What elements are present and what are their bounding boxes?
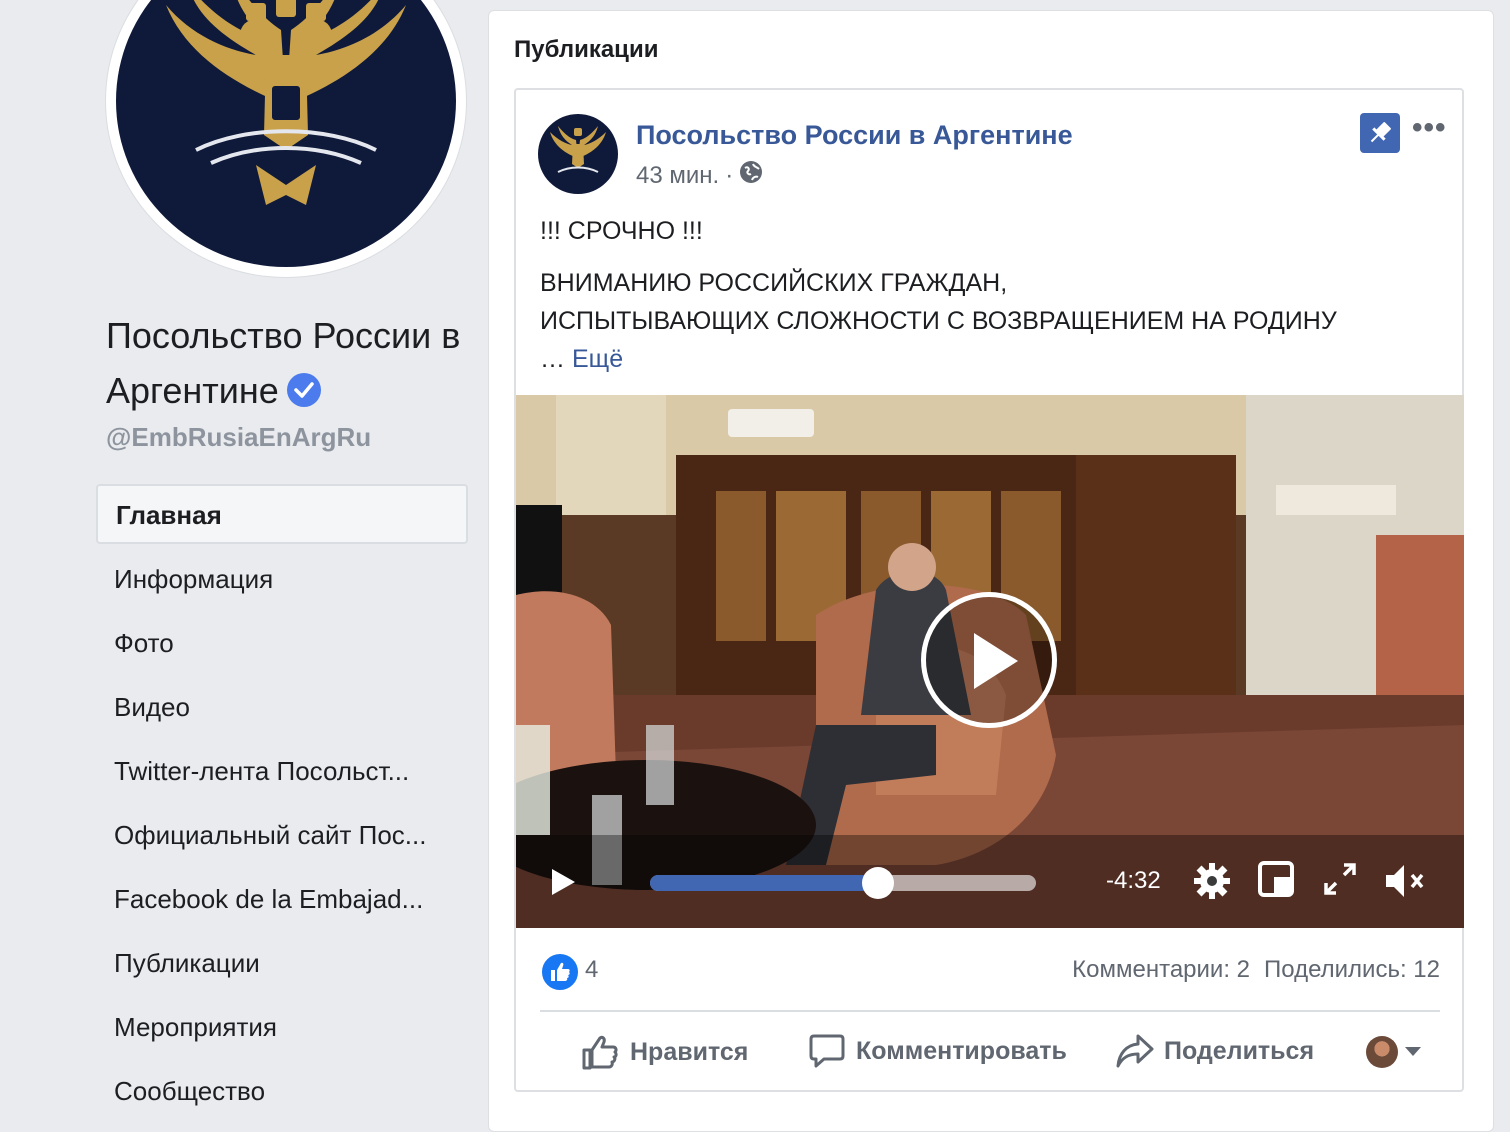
progress-fill: [650, 875, 878, 891]
time-remaining: -4:32: [1106, 867, 1161, 894]
comments-count[interactable]: Комментарии: 2: [1072, 956, 1250, 983]
share-label: Поделиться: [1164, 1036, 1315, 1065]
nav-item-videos[interactable]: Видео: [96, 676, 454, 740]
post-author-name[interactable]: Посольство России в Аргентине: [636, 120, 1073, 151]
nav-item-info[interactable]: Информация: [96, 548, 454, 612]
coat-of-arms-logo: [116, 0, 456, 267]
like-reaction-icon[interactable]: [540, 952, 580, 992]
see-more-link[interactable]: Ещё: [572, 345, 623, 373]
nav-item-photos[interactable]: Фото: [96, 612, 454, 676]
meta-separator: ·: [725, 161, 734, 189]
page-nav: Главная Информация Фото Видео Twitter-ле…: [96, 484, 468, 1124]
page-name-text: Посольство России в Аргентине: [106, 315, 461, 411]
page-title: Посольство России в Аргентине: [106, 308, 486, 418]
like-button[interactable]: Нравится: [580, 1032, 748, 1072]
comment-button[interactable]: Комментировать: [808, 1032, 1067, 1070]
pin-icon[interactable]: [1360, 113, 1400, 153]
like-count[interactable]: 4: [585, 956, 598, 984]
nav-item-website[interactable]: Официальный сайт Пос...: [96, 804, 454, 868]
settings-gear-icon[interactable]: [1192, 861, 1232, 906]
video-progress-bar[interactable]: [650, 867, 1036, 899]
globe-icon: [739, 160, 763, 191]
video-player[interactable]: -4:32: [516, 395, 1464, 928]
progress-knob[interactable]: [861, 867, 894, 899]
nav-item-community[interactable]: Сообщество: [96, 1060, 454, 1124]
post-author-avatar[interactable]: [538, 114, 618, 194]
pip-icon[interactable]: [1258, 861, 1294, 902]
share-icon: [1116, 1034, 1154, 1068]
shares-count[interactable]: Поделились: 12: [1264, 956, 1440, 983]
post-text-line: ИСПЫТЫВАЮЩИХ СЛОЖНОСТИ С ВОЗВРАЩЕНИЕМ НА…: [540, 307, 1337, 335]
nav-item-twitter[interactable]: Twitter-лента Посольст...: [96, 740, 454, 804]
post-meta: 43 мин. ·: [636, 160, 763, 191]
mute-icon[interactable]: [1384, 861, 1428, 906]
chevron-down-icon[interactable]: [1404, 1046, 1422, 1058]
play-icon: [974, 633, 1018, 689]
page-profile-picture[interactable]: [106, 0, 466, 277]
nav-item-posts[interactable]: Публикации: [96, 932, 454, 996]
nav-item-facebook[interactable]: Facebook de la Embajad...: [96, 868, 454, 932]
comment-icon: [809, 1034, 845, 1068]
fullscreen-icon[interactable]: [1322, 861, 1358, 902]
play-control-icon[interactable]: [549, 867, 577, 902]
more-options-icon[interactable]: •••: [1412, 113, 1447, 143]
actions-divider: [540, 1010, 1440, 1012]
play-button[interactable]: [921, 592, 1057, 728]
like-label: Нравится: [630, 1037, 749, 1066]
post-text-line: ВНИМАНИЮ РОССИЙСКИХ ГРАЖДАН,: [540, 269, 1008, 297]
page-handle[interactable]: @EmbRusiaEnArgRu: [106, 422, 371, 453]
react-as-avatar[interactable]: [1366, 1036, 1398, 1068]
verified-badge-icon: [286, 373, 321, 407]
nav-item-events[interactable]: Мероприятия: [96, 996, 454, 1060]
comment-label: Комментировать: [856, 1036, 1067, 1065]
post-text-ellipsis: …: [540, 345, 565, 373]
nav-item-home[interactable]: Главная: [96, 484, 468, 544]
thumbs-up-icon: [582, 1035, 618, 1070]
post-body: !!! СРОЧНО !!! ВНИМАНИЮ РОССИЙСКИХ ГРАЖД…: [540, 212, 1450, 378]
share-button[interactable]: Поделиться: [1116, 1032, 1314, 1070]
post-stats: Комментарии: 2 Поделились: 12: [1072, 956, 1440, 984]
publications-heading: Публикации: [514, 36, 659, 63]
post-timestamp[interactable]: 43 мин.: [636, 162, 719, 190]
post-text-line: !!! СРОЧНО !!!: [540, 217, 703, 245]
